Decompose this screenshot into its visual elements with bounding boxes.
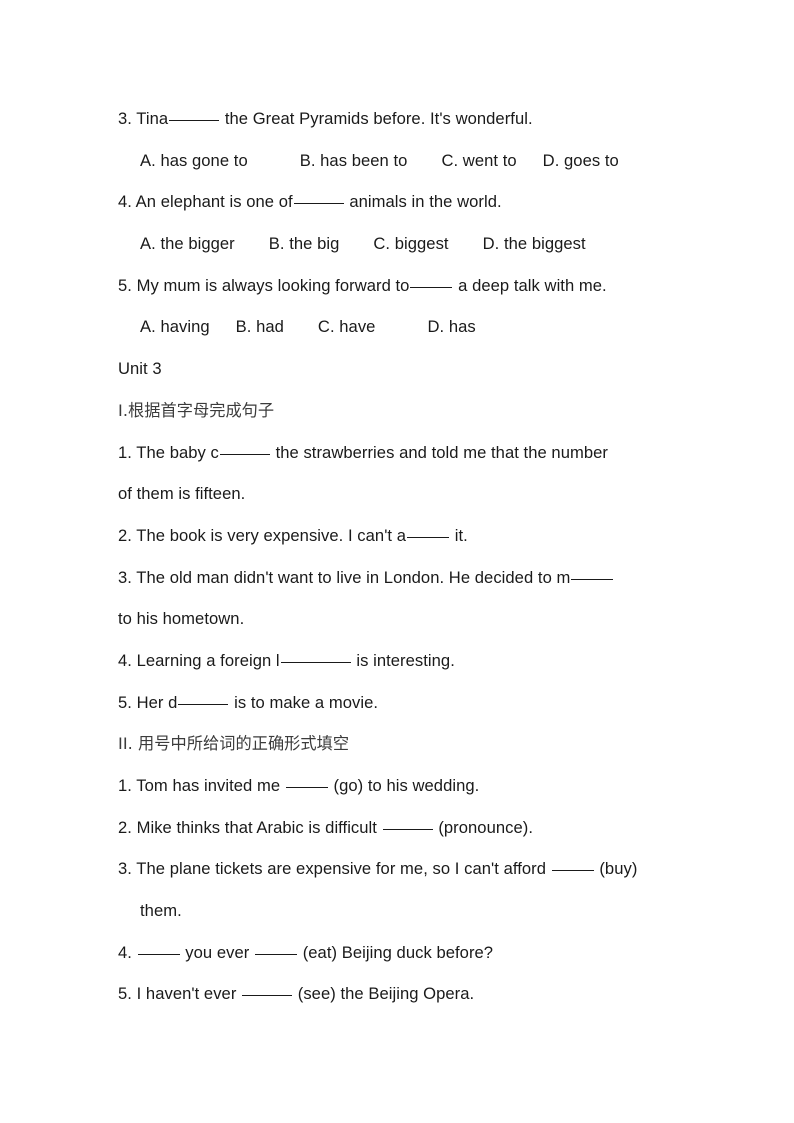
s2-i4-blank-1: [137, 953, 180, 955]
s2-i4-before: 4.: [118, 942, 132, 962]
section-two-item-5: 5. I haven't ever (see) the Beijing Oper…: [118, 973, 684, 1015]
worksheet-page: 3. Tina the Great Pyramids before. It's …: [0, 0, 794, 1123]
question-4-options: A. the bigger B. the big C. biggest D. the …: [118, 223, 684, 265]
s1-i5-before: 5. Her d: [118, 692, 178, 712]
s1-i3-before: 3. The old man didn't want to live in Lo…: [118, 567, 571, 587]
q4-stem-after: animals in the world.: [349, 192, 502, 212]
section-two-item-2: 2. Mike thinks that Arabic is difficult …: [118, 807, 684, 849]
section-one-heading: I.根据首字母完成句子: [118, 400, 275, 420]
q3-option-b: B. has been to: [299, 150, 408, 170]
section-one-item-2: 2. The book is very expensive. I can't a…: [118, 515, 684, 557]
s2-i1-after: (go) to his wedding.: [333, 776, 480, 795]
q3-option-c: C. went to: [441, 150, 517, 170]
section-one-item-3-continuation: to his hometown.: [118, 609, 245, 629]
s1-i1-blank: [219, 453, 270, 455]
section-two-item-3: 3. The plane tickets are expensive for m…: [118, 848, 684, 890]
document-body: 3. Tina the Great Pyramids before. It's …: [118, 98, 684, 1015]
question-5-options: A. having B. had C. have D. has: [118, 306, 684, 348]
s2-i3-blank: [551, 870, 594, 872]
s2-i2-after: (pronounce).: [438, 817, 533, 837]
q4-stem-before: 4. An elephant is one of: [118, 192, 293, 212]
q4-option-d: D. the biggest: [482, 234, 586, 254]
q4-option-a: A. the bigger: [140, 234, 235, 254]
section-one-item-1: 1. The baby c the strawberries and told …: [118, 432, 684, 474]
s2-i4-middle: you ever: [185, 942, 250, 962]
q5-option-d: D. has: [427, 317, 476, 337]
s2-i5-before: 5. I haven't ever: [118, 984, 237, 1004]
q5-stem-after: a deep talk with me.: [458, 275, 607, 295]
section-two-item-3-continuation: them.: [140, 901, 182, 921]
s2-i5-after: (see) the Beijing Opera.: [297, 984, 475, 1004]
section-one-item-5: 5. Her d is to make a movie.: [118, 682, 684, 724]
s2-i2-blank: [382, 828, 433, 830]
s1-i2-before: 2. The book is very expensive. I can't a: [118, 525, 407, 545]
unit-title: Unit 3: [118, 359, 162, 379]
question-3-options: A. has gone to B. has been to C. went to D.…: [118, 140, 684, 182]
section-two-item-4: 4. you ever (eat) Beijing duck before?: [118, 932, 684, 974]
section-one-item-3: 3. The old man didn't want to live in Lo…: [118, 557, 684, 599]
s1-i4-after: is interesting.: [356, 650, 455, 670]
section-two-heading: II. 用号中所给词的正确形式填空: [118, 734, 350, 754]
s2-i1-before: 1. Tom has invited me: [118, 776, 281, 795]
q3-stem-before: 3. Tina: [118, 109, 169, 128]
question-3-stem: 3. Tina the Great Pyramids before. It's …: [118, 98, 684, 140]
s2-i2-before: 2. Mike thinks that Arabic is difficult: [118, 817, 377, 837]
section-one-item-4: 4. Learning a foreign l is interesting.: [118, 640, 684, 682]
q5-blank: [410, 286, 453, 288]
q4-blank: [293, 203, 344, 205]
s1-i1-before: 1. The baby c: [118, 442, 219, 462]
q3-blank: [169, 120, 220, 121]
question-5-stem: 5. My mum is always looking forward to a…: [118, 265, 684, 307]
s1-i1-after: the strawberries and told me that the nu…: [275, 442, 608, 462]
q3-stem-after: the Great Pyramids before. It's wonderfu…: [224, 109, 533, 128]
s2-i5-blank: [242, 995, 293, 997]
q3-option-a: A. has gone to: [140, 150, 248, 170]
s1-i2-blank: [407, 536, 450, 538]
s1-i5-after: is to make a movie.: [234, 692, 379, 712]
s2-i4-after: (eat) Beijing duck before?: [302, 942, 494, 962]
s2-i3-after: (buy): [599, 859, 638, 879]
question-4-stem: 4. An elephant is one of animals in the …: [118, 181, 684, 223]
q3-option-d: D. goes to: [542, 150, 619, 170]
s1-i5-blank: [178, 703, 229, 705]
q5-option-a: A. having: [140, 317, 210, 337]
s1-i4-before: 4. Learning a foreign l: [118, 650, 280, 670]
s1-i2-after: it.: [454, 525, 468, 545]
s2-i1-blank: [285, 787, 328, 788]
s1-i3-blank: [571, 578, 614, 580]
q5-option-c: C. have: [317, 317, 376, 337]
s2-i3-before: 3. The plane tickets are expensive for m…: [118, 859, 547, 879]
q5-stem-before: 5. My mum is always looking forward to: [118, 275, 410, 295]
q5-option-b: B. had: [235, 317, 284, 337]
q4-option-b: B. the big: [268, 234, 340, 254]
q4-option-c: C. biggest: [373, 234, 449, 254]
s2-i4-blank-2: [255, 953, 298, 955]
section-one-item-1-continuation: of them is fifteen.: [118, 484, 246, 504]
s1-i4-blank: [280, 661, 351, 663]
section-two-item-1: 1. Tom has invited me (go) to his weddin…: [118, 765, 684, 807]
